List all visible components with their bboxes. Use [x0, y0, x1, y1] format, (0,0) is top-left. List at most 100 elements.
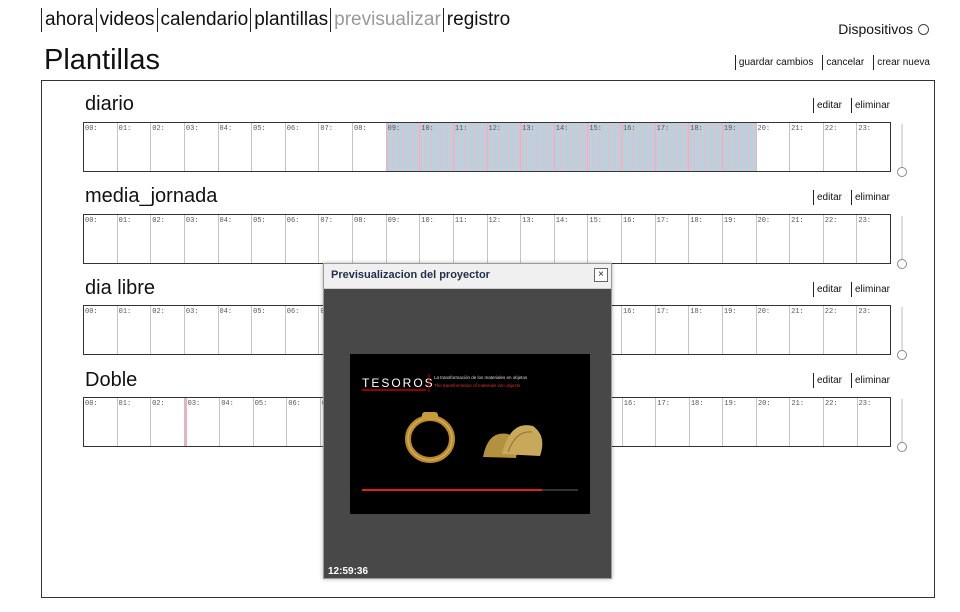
hour-slot[interactable]: 21: [790, 123, 824, 171]
hour-slot[interactable]: 14: [554, 123, 589, 171]
hour-slot[interactable]: 22: [824, 215, 858, 263]
edit-button[interactable]: editar [812, 282, 844, 297]
hour-slot[interactable]: 22: [824, 123, 858, 171]
hour-slot[interactable]: 05: [252, 123, 286, 171]
hour-slot[interactable]: 03: [185, 215, 219, 263]
hour-slot[interactable]: 17: [656, 398, 690, 446]
hour-slot[interactable]: 20: [757, 306, 791, 354]
hour-slot[interactable]: 20: [757, 398, 791, 446]
hour-slot[interactable]: 12: [488, 215, 522, 263]
hour-slot[interactable]: 21: [790, 306, 824, 354]
hour-slot[interactable]: 02: [151, 123, 185, 171]
timeline[interactable]: 00:01:02:03:04:05:06:07:08:09:10:11:12:1… [83, 214, 891, 264]
create-new-button[interactable]: crear nueva [873, 55, 932, 70]
hour-slot[interactable]: 15: [588, 215, 622, 263]
hour-slot[interactable]: 01: [118, 398, 152, 446]
hour-slot[interactable]: 00: [84, 306, 118, 354]
hour-slot[interactable]: 00: [84, 123, 118, 171]
slider-knob[interactable] [897, 167, 907, 177]
delete-button[interactable]: eliminar [850, 282, 892, 297]
delete-button[interactable]: eliminar [850, 190, 892, 205]
slider-knob[interactable] [897, 259, 907, 269]
hour-slot[interactable]: 08: [353, 123, 387, 171]
delete-button[interactable]: eliminar [850, 98, 892, 113]
hour-slot[interactable]: 04: [219, 306, 253, 354]
vertical-slider[interactable] [897, 124, 907, 177]
hour-slot[interactable]: 12: [487, 123, 522, 171]
hour-slot[interactable]: 16: [622, 306, 656, 354]
hour-slot[interactable]: 21: [790, 398, 825, 446]
hour-slot[interactable]: 08: [353, 215, 387, 263]
nav-calendario[interactable]: calendario [156, 8, 251, 32]
hour-slot[interactable]: 05: [252, 306, 286, 354]
hour-slot[interactable]: 04: [219, 123, 253, 171]
hour-slot[interactable]: 06: [287, 398, 321, 446]
hour-slot[interactable]: 04: [219, 215, 253, 263]
hour-slot[interactable]: 09: [386, 123, 421, 171]
hour-slot[interactable]: 23: [858, 398, 891, 446]
hour-slot[interactable]: 02: [151, 215, 185, 263]
hour-slot[interactable]: 04: [220, 398, 254, 446]
hour-slot[interactable]: 18: [689, 306, 723, 354]
nav-videos[interactable]: videos [95, 8, 157, 32]
hour-slot[interactable]: 10: [420, 215, 454, 263]
hour-slot[interactable]: 21: [790, 215, 824, 263]
hour-slot[interactable]: 16: [622, 215, 656, 263]
close-button[interactable]: × [594, 268, 608, 282]
hour-slot[interactable]: 05: [254, 398, 288, 446]
hour-slot[interactable]: 23: [857, 215, 890, 263]
edit-button[interactable]: editar [812, 98, 844, 113]
hour-slot[interactable]: 18: [689, 123, 723, 171]
nav-registro[interactable]: registro [442, 8, 512, 32]
hour-slot[interactable]: 07: [319, 123, 353, 171]
hour-slot[interactable]: 18: [690, 398, 724, 446]
hour-slot[interactable]: 15: [588, 123, 622, 171]
hour-slot[interactable]: 16: [622, 123, 656, 171]
hour-slot[interactable]: 19: [722, 123, 757, 171]
cancel-button[interactable]: cancelar [822, 55, 866, 70]
hour-slot[interactable]: 01: [118, 123, 152, 171]
edit-button[interactable]: editar [812, 373, 844, 388]
hour-slot[interactable]: 03: [185, 306, 219, 354]
hour-slot[interactable]: 01: [118, 306, 152, 354]
edit-button[interactable]: editar [812, 190, 844, 205]
hour-slot[interactable]: 06: [286, 215, 320, 263]
hour-slot[interactable]: 09: [387, 215, 421, 263]
nav-previsualizar[interactable]: previsualizar [330, 8, 443, 32]
hour-slot[interactable]: 02: [151, 398, 185, 446]
hour-slot[interactable]: 05: [252, 215, 286, 263]
vertical-slider[interactable] [897, 216, 907, 269]
hour-slot[interactable]: 22: [824, 398, 858, 446]
hour-slot[interactable]: 22: [824, 306, 858, 354]
hour-slot[interactable]: 20: [757, 215, 791, 263]
hour-slot[interactable]: 13: [521, 123, 555, 171]
hour-slot[interactable]: 23: [857, 123, 890, 171]
hour-slot[interactable]: 20: [757, 123, 791, 171]
hour-slot[interactable]: 19: [723, 215, 757, 263]
hour-slot[interactable]: 17: [656, 306, 690, 354]
vertical-slider[interactable] [897, 399, 907, 452]
hour-slot[interactable]: 18: [689, 215, 723, 263]
hour-slot[interactable]: 10: [420, 123, 454, 171]
hour-slot[interactable]: 23: [857, 306, 890, 354]
hour-slot[interactable]: 00: [84, 398, 118, 446]
hour-slot[interactable]: 16: [623, 398, 657, 446]
hour-slot[interactable]: 00: [84, 215, 118, 263]
hour-slot[interactable]: 14: [555, 215, 589, 263]
hour-slot[interactable]: 03: [185, 123, 219, 171]
hour-slot[interactable]: 19: [723, 398, 757, 446]
hour-slot[interactable]: 17: [655, 123, 690, 171]
hour-slot[interactable]: 11: [454, 215, 488, 263]
hour-slot[interactable]: 01: [118, 215, 152, 263]
hour-slot[interactable]: 17: [656, 215, 690, 263]
nav-ahora[interactable]: ahora [41, 8, 96, 32]
slider-knob[interactable] [897, 350, 907, 360]
hour-slot[interactable]: 13: [521, 215, 555, 263]
vertical-slider[interactable] [897, 307, 907, 360]
hour-slot[interactable]: 11: [453, 123, 488, 171]
hour-slot[interactable]: 07: [319, 215, 353, 263]
slider-knob[interactable] [897, 442, 907, 452]
hour-slot[interactable]: 06: [286, 123, 320, 171]
hour-slot[interactable]: 19: [723, 306, 757, 354]
hour-slot[interactable]: 03: [184, 398, 221, 446]
